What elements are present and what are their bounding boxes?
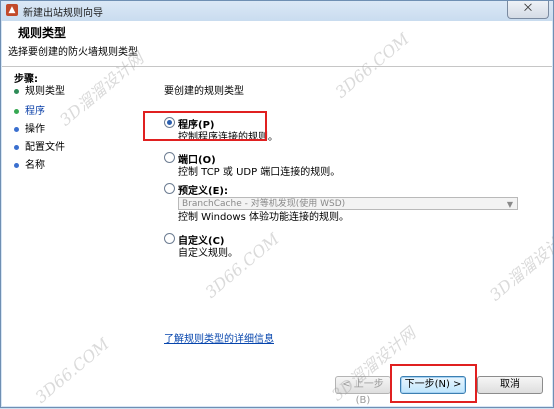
wizard-window: ▲ 新建出站规则向导 ⨉ 规则类型 选择要创建的防火墙规则类型 步骤: 规则类型… [0, 0, 554, 408]
steps-heading: 步骤: [14, 74, 38, 85]
step-current-icon [14, 108, 19, 114]
step-label: 操作 [25, 124, 45, 135]
learn-more-link[interactable]: 了解规则类型的详细信息 [164, 330, 274, 345]
option-title: 预定义(E): [178, 186, 228, 197]
step-label: 程序 [25, 106, 45, 117]
predefined-select-value: BranchCache - 对等机发现(使用 WSD) [182, 199, 346, 209]
step-profile[interactable]: 配置文件 [14, 141, 65, 155]
step-rule-type[interactable]: 规则类型 [14, 85, 65, 99]
option-desc: 控制 TCP 或 UDP 端口连接的规则。 [178, 167, 341, 178]
predefined-select[interactable]: BranchCache - 对等机发现(使用 WSD) ▼ [178, 197, 518, 210]
window-title: 新建出站规则向导 [23, 8, 103, 19]
step-pending-icon [14, 126, 19, 132]
highlight-next-button [390, 364, 477, 403]
step-label: 配置文件 [25, 142, 65, 153]
cancel-button[interactable]: 取消 [477, 376, 543, 394]
radio-port[interactable] [164, 152, 175, 163]
close-button[interactable]: ⨉ [507, 1, 549, 19]
step-pending-icon [14, 144, 19, 150]
chevron-down-icon: ▼ [506, 200, 513, 209]
step-action[interactable]: 操作 [14, 123, 45, 137]
highlight-program-option [143, 111, 267, 141]
wizard-header: 规则类型 选择要创建的防火墙规则类型 [2, 21, 552, 67]
step-name[interactable]: 名称 [14, 159, 45, 173]
step-done-icon [14, 88, 19, 94]
step-label: 名称 [25, 160, 45, 171]
step-program[interactable]: 程序 [14, 105, 45, 119]
radio-custom[interactable] [164, 233, 175, 244]
radio-predefined[interactable] [164, 183, 175, 194]
title-bar: ▲ 新建出站规则向导 ⨉ [1, 1, 553, 21]
step-label: 规则类型 [25, 86, 65, 97]
option-desc: 自定义规则。 [178, 248, 238, 259]
step-pending-icon [14, 162, 19, 168]
firewall-icon: ▲ [6, 4, 18, 16]
page-title: 规则类型 [18, 26, 67, 40]
rule-type-prompt: 要创建的规则类型 [164, 86, 244, 97]
